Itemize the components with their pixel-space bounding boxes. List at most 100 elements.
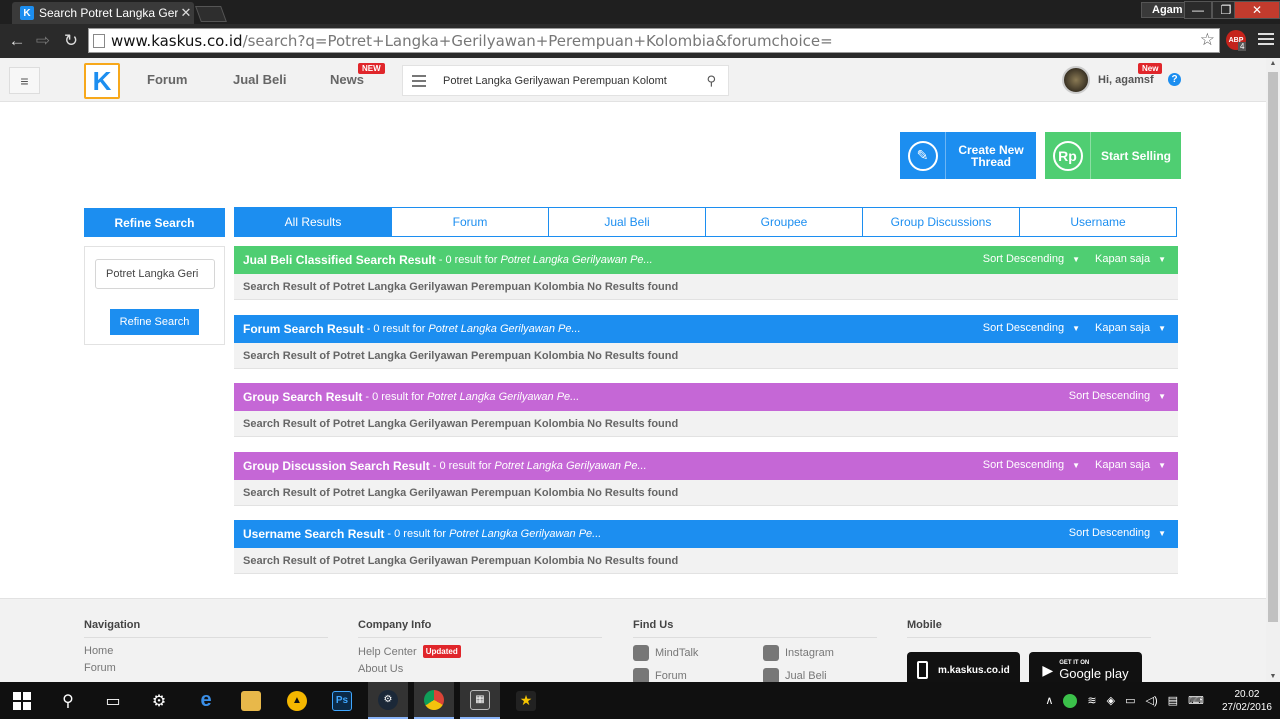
system-clock[interactable]: 20.02 27/02/2016 — [1222, 688, 1272, 714]
photoshop-icon[interactable]: Ps — [322, 682, 362, 719]
chevron-down-icon: ▼ — [1072, 324, 1080, 333]
footer-link-home[interactable]: Home — [84, 645, 328, 657]
result-title: Group Discussion Search Result — [243, 459, 430, 473]
tab-all-results[interactable]: All Results — [235, 208, 391, 236]
footer-link-help-center[interactable]: Help Center Updated — [358, 645, 602, 658]
volume-icon[interactable]: ◁) — [1146, 694, 1158, 707]
header-search: ⚲ — [402, 65, 729, 96]
adblock-count-badge: 4 — [1238, 42, 1247, 51]
time-dropdown[interactable]: Kapan saja ▼ — [1095, 322, 1166, 334]
tab-forum[interactable]: Forum — [391, 208, 548, 236]
google-play-badge[interactable]: ▶ GET IT ON Google play — [1029, 652, 1142, 682]
chevron-down-icon: ▼ — [1158, 392, 1166, 401]
edge-browser-icon[interactable]: e — [186, 682, 226, 719]
sort-dropdown[interactable]: Sort Descending ▼ — [983, 253, 1080, 265]
chevron-down-icon: ▼ — [1072, 461, 1080, 470]
search-icon[interactable]: ⚲ — [48, 682, 88, 719]
app-triangle-icon[interactable]: ▲ — [277, 682, 317, 719]
result-body: Search Result of Potret Langka Gerilyawa… — [234, 411, 1178, 437]
instagram-link[interactable]: Instagram — [763, 645, 834, 661]
result-header: Jual Beli Classified Search Result - 0 r… — [234, 246, 1178, 274]
wifi-icon[interactable]: ≋ — [1087, 694, 1096, 707]
user-greeting[interactable]: Hi, agamsf — [1098, 74, 1154, 86]
sort-dropdown[interactable]: Sort Descending ▼ — [983, 322, 1080, 334]
result-group-discussion: Group Discussion Search Result - 0 resul… — [234, 452, 1178, 506]
bookmark-star-icon[interactable]: ☆ — [1200, 30, 1215, 50]
refine-search-input[interactable] — [95, 259, 215, 289]
settings-gear-icon[interactable]: ⚙ — [139, 682, 179, 719]
browser-tab[interactable]: K Search Potret Langka Geril ✕ — [12, 2, 194, 24]
result-tabs: All Results Forum Jual Beli Groupee Grou… — [234, 207, 1177, 237]
footer-link-about-us[interactable]: About Us — [358, 663, 602, 675]
nav-forum[interactable]: Forum — [147, 72, 187, 87]
tab-jual-beli[interactable]: Jual Beli — [548, 208, 705, 236]
address-bar[interactable]: www.kaskus.co.id/search?q=Potret+Langka+… — [88, 28, 1220, 53]
file-explorer-icon[interactable] — [231, 682, 271, 719]
notification-icon[interactable]: ▤ — [1168, 694, 1178, 707]
result-header: Group Search Result - 0 result for Potre… — [234, 383, 1178, 411]
twitter-forum-link[interactable]: Forum — [633, 668, 733, 682]
sort-dropdown[interactable]: Sort Descending ▼ — [983, 459, 1080, 471]
twitter-icon — [763, 668, 779, 682]
sort-dropdown[interactable]: Sort Descending ▼ — [1069, 390, 1166, 402]
footer-link-forum[interactable]: Forum — [84, 662, 328, 674]
scrollbar-thumb[interactable] — [1268, 72, 1278, 622]
steam-icon[interactable]: ⚙ — [368, 682, 408, 719]
scroll-up-icon[interactable]: ▲ — [1268, 60, 1278, 67]
windows-start-icon[interactable] — [2, 682, 42, 719]
video-app-icon[interactable]: ▦ — [460, 682, 500, 719]
reload-icon[interactable]: ↻ — [60, 30, 82, 52]
footer-mobile: Mobile m.kaskus.co.id ▶ GET IT ON Google … — [907, 619, 1151, 682]
network-icon[interactable]: ◈ — [1107, 694, 1115, 707]
battery-icon[interactable]: ▭ — [1125, 694, 1135, 707]
new-tab-button[interactable] — [195, 6, 227, 22]
footer-heading: Company Info — [358, 619, 602, 638]
chrome-menu-icon[interactable] — [1258, 33, 1274, 47]
result-body: Search Result of Potret Langka Gerilyawa… — [234, 480, 1178, 506]
start-selling-button[interactable]: Rp Start Selling — [1045, 132, 1181, 179]
star-app-icon[interactable]: ★ — [506, 682, 546, 719]
tab-groupee[interactable]: Groupee — [705, 208, 862, 236]
help-icon[interactable]: ? — [1168, 73, 1181, 86]
tray-expand-icon[interactable]: ∧ — [1045, 694, 1053, 707]
scroll-down-icon[interactable]: ▼ — [1268, 673, 1278, 680]
kaskus-logo[interactable]: K — [84, 63, 120, 99]
search-icon[interactable]: ⚲ — [706, 73, 716, 89]
time-dropdown[interactable]: Kapan saja ▼ — [1095, 253, 1166, 265]
url-domain: www.kaskus.co.id — [111, 31, 243, 50]
refine-search-panel: Refine Search — [84, 246, 225, 345]
tab-title: Search Potret Langka Geril — [39, 6, 178, 20]
mobile-site-badge[interactable]: m.kaskus.co.id — [907, 652, 1020, 682]
site-footer: Navigation Home Forum Company Info Help … — [0, 598, 1266, 682]
nav-news[interactable]: News — [330, 72, 364, 87]
mindtalk-link[interactable]: MindTalk — [633, 645, 733, 661]
page-scrollbar[interactable]: ▲ ▼ — [1266, 58, 1280, 682]
header-search-input[interactable] — [443, 72, 681, 90]
result-header: Group Discussion Search Result - 0 resul… — [234, 452, 1178, 480]
tray-green-app-icon[interactable] — [1063, 693, 1078, 708]
create-new-thread-button[interactable]: ✎ Create New Thread — [900, 132, 1036, 179]
sort-dropdown[interactable]: Sort Descending ▼ — [1069, 527, 1166, 539]
chrome-icon[interactable] — [414, 682, 454, 719]
tab-group-discussions[interactable]: Group Discussions — [862, 208, 1019, 236]
close-window-icon[interactable]: ✕ — [1234, 1, 1280, 19]
search-category-menu-icon[interactable] — [412, 75, 426, 87]
minimize-icon[interactable]: — — [1184, 1, 1212, 19]
nav-jual-beli[interactable]: Jual Beli — [233, 72, 286, 87]
refine-search-button[interactable]: Refine Search — [110, 309, 199, 335]
tab-close-icon[interactable]: ✕ — [178, 5, 194, 21]
result-body: Search Result of Potret Langka Gerilyawa… — [234, 548, 1178, 574]
task-view-icon[interactable]: ▭ — [93, 682, 133, 719]
time-dropdown[interactable]: Kapan saja ▼ — [1095, 459, 1166, 471]
result-title: Forum Search Result — [243, 322, 364, 336]
forward-arrow-icon[interactable]: ⇨ — [32, 30, 54, 52]
result-jual-beli: Jual Beli Classified Search Result - 0 r… — [234, 246, 1178, 300]
back-arrow-icon[interactable]: ← — [6, 30, 28, 52]
side-menu-icon[interactable]: ≡ — [9, 67, 40, 94]
twitter-jual-beli-link[interactable]: Jual Beli — [763, 668, 827, 682]
avatar[interactable] — [1062, 66, 1090, 94]
rupiah-icon: Rp — [1045, 132, 1091, 179]
tab-username[interactable]: Username — [1019, 208, 1176, 236]
keyboard-icon[interactable]: ⌨ — [1188, 694, 1204, 707]
result-body: Search Result of Potret Langka Gerilyawa… — [234, 343, 1178, 369]
